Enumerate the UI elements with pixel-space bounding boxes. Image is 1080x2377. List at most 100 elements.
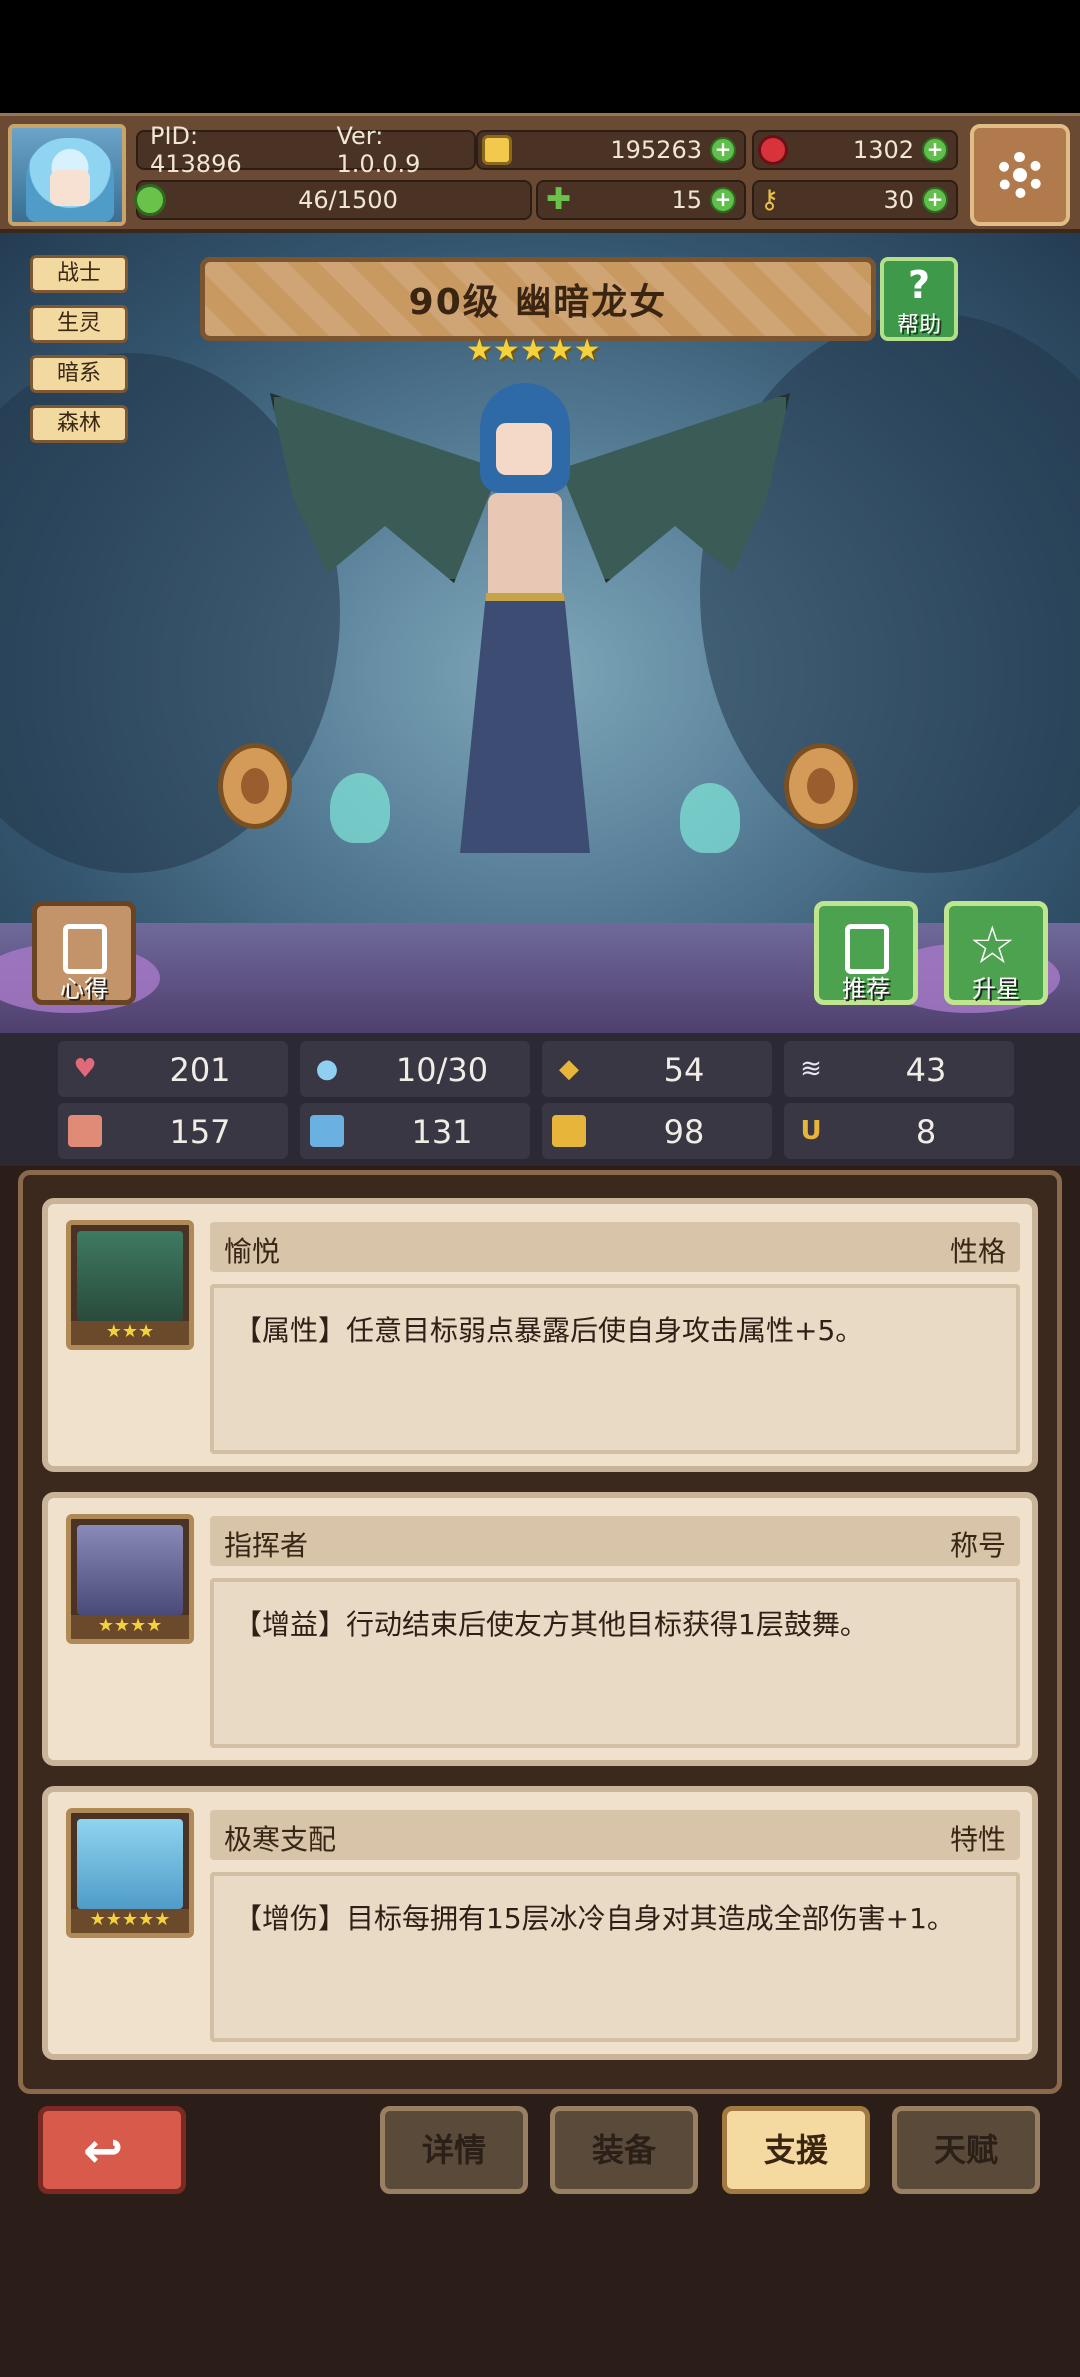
trait-header: 指挥者 称号 bbox=[210, 1516, 1020, 1566]
tag-class[interactable]: 战士 bbox=[30, 255, 128, 293]
settings-button[interactable] bbox=[970, 124, 1070, 226]
trait-description: 【增伤】目标每拥有15层冰冷自身对其造成全部伤害+1。 bbox=[234, 1902, 955, 1935]
stat-value: 157 bbox=[169, 1113, 231, 1151]
tag-element[interactable]: 暗系 bbox=[30, 355, 128, 393]
heart-icon: ♥ bbox=[73, 1054, 97, 1084]
hero-skirt bbox=[460, 593, 590, 853]
thumbs-up-icon bbox=[845, 924, 889, 974]
tag-race[interactable]: 生灵 bbox=[30, 305, 128, 343]
add-clover-button[interactable]: + bbox=[710, 187, 736, 213]
tab-details[interactable]: 详情 bbox=[380, 2106, 528, 2194]
key-value: 30 bbox=[883, 186, 914, 214]
clover-pill: ✚ 15 + bbox=[536, 180, 746, 220]
trait-header: 极寒支配 特性 bbox=[210, 1810, 1020, 1860]
stat-mana: ● 10/30 bbox=[300, 1041, 530, 1097]
trait-header: 愉悦 性格 bbox=[210, 1222, 1020, 1272]
stat-luck: U 8 bbox=[784, 1103, 1014, 1159]
stamina-pill: 46/1500 bbox=[134, 180, 532, 220]
trait-card-title[interactable]: ★★★★ 指挥者 称号 【增益】行动结束后使友方其他目标获得1层鼓舞。 bbox=[42, 1492, 1038, 1766]
gold-value: 195263 bbox=[610, 136, 702, 164]
stat-attack: 157 bbox=[58, 1103, 288, 1159]
stamina-icon bbox=[134, 184, 166, 216]
gem-pill: 1302 + bbox=[752, 130, 958, 170]
help-button[interactable]: ? 帮助 bbox=[880, 257, 958, 341]
stat-value: 43 bbox=[905, 1051, 947, 1089]
stats-panel: ♥ 201 ● 10/30 ◆ 54 ≋ 43 157 131 98 U 8 bbox=[0, 1033, 1080, 1166]
hero-face bbox=[496, 423, 552, 475]
portrait-image bbox=[77, 1819, 183, 1909]
recommend-label: 推荐 bbox=[842, 975, 890, 1003]
red-gem-icon bbox=[758, 135, 788, 165]
recommend-button[interactable]: 推荐 bbox=[814, 901, 918, 1005]
trait-type: 称号 bbox=[949, 1529, 1006, 1562]
tag-terrain[interactable]: 森林 bbox=[30, 405, 128, 443]
portrait-image bbox=[77, 1525, 183, 1615]
stat-move: 98 bbox=[542, 1103, 772, 1159]
portrait-stars: ★★★ bbox=[71, 1321, 189, 1345]
hero-character-sprite bbox=[270, 343, 790, 903]
add-gold-button[interactable]: + bbox=[710, 137, 736, 163]
add-key-button[interactable]: + bbox=[922, 187, 948, 213]
trait-name: 愉悦 bbox=[224, 1235, 281, 1268]
portrait-stars: ★★★★★ bbox=[71, 1909, 189, 1933]
trait-card-personality[interactable]: ★★★ 愉悦 性格 【属性】任意目标弱点暴露后使自身攻击属性+5。 bbox=[42, 1198, 1038, 1472]
spirit-flame-icon bbox=[330, 773, 390, 843]
hero-title: 90级 幽暗龙女 bbox=[408, 282, 668, 323]
trait-portrait: ★★★★★ bbox=[66, 1808, 194, 1938]
stat-defense: ◆ 54 bbox=[542, 1041, 772, 1097]
key-pill: ⚷ 30 + bbox=[752, 180, 958, 220]
star-icon: ☆ bbox=[969, 916, 1016, 976]
stat-value: 201 bbox=[169, 1051, 231, 1089]
trait-portrait: ★★★★ bbox=[66, 1514, 194, 1644]
trait-type: 特性 bbox=[949, 1823, 1006, 1856]
trait-description: 【属性】任意目标弱点暴露后使自身攻击属性+5。 bbox=[234, 1314, 864, 1347]
trait-name: 极寒支配 bbox=[224, 1823, 337, 1856]
upgrade-star-button[interactable]: ☆ 升星 bbox=[944, 901, 1048, 1005]
tab-support[interactable]: 支援 bbox=[722, 2106, 870, 2194]
clover-value: 15 bbox=[671, 186, 702, 214]
stat-value: 8 bbox=[915, 1113, 937, 1151]
gold-coin-icon bbox=[482, 135, 512, 165]
trait-description: 【增益】行动结束后使友方其他目标获得1层鼓舞。 bbox=[234, 1608, 868, 1641]
version-text: Ver: 1.0.0.9 bbox=[336, 122, 421, 178]
stat-value: 54 bbox=[663, 1051, 705, 1089]
upgrade-label: 升星 bbox=[972, 975, 1020, 1003]
trait-type: 性格 bbox=[949, 1235, 1006, 1268]
hero-torso bbox=[488, 493, 562, 603]
pid-version-pill: PID: 413896 Ver: 1.0.0.9 bbox=[136, 122, 476, 178]
book-icon bbox=[310, 1115, 344, 1147]
avatar-face bbox=[50, 170, 90, 206]
fist-icon bbox=[68, 1115, 102, 1147]
pid-text: PID: 413896 bbox=[150, 122, 242, 178]
portrait-image bbox=[77, 1231, 183, 1321]
stat-hp: ♥ 201 bbox=[58, 1041, 288, 1097]
gold-pill: 195263 + bbox=[476, 130, 746, 170]
player-avatar[interactable] bbox=[8, 124, 126, 226]
insight-label: 心得 bbox=[60, 975, 108, 1003]
add-gem-button[interactable]: + bbox=[922, 137, 948, 163]
tab-equipment[interactable]: 装备 bbox=[550, 2106, 698, 2194]
horseshoe-icon: U bbox=[800, 1116, 822, 1146]
spirit-flame-icon bbox=[680, 783, 740, 853]
wing-icon: ≋ bbox=[800, 1054, 822, 1084]
clover-icon: ✚ bbox=[546, 182, 572, 217]
stat-speed: ≋ 43 bbox=[784, 1041, 1014, 1097]
gear-icon bbox=[997, 152, 1043, 198]
return-arrow-icon: ↩ bbox=[83, 2123, 124, 2179]
stamina-value: 46/1500 bbox=[298, 186, 398, 214]
back-button[interactable]: ↩ bbox=[38, 2106, 186, 2194]
trait-card-feature[interactable]: ★★★★★ 极寒支配 特性 【增伤】目标每拥有15层冰冷自身对其造成全部伤害+1… bbox=[42, 1786, 1038, 2060]
trait-body: 【属性】任意目标弱点暴露后使自身攻击属性+5。 bbox=[210, 1284, 1020, 1454]
insight-button[interactable]: 心得 bbox=[32, 901, 136, 1005]
trait-name: 指挥者 bbox=[224, 1529, 309, 1562]
trait-body: 【增益】行动结束后使友方其他目标获得1层鼓舞。 bbox=[210, 1578, 1020, 1748]
next-hero-button[interactable] bbox=[784, 743, 858, 829]
portrait-stars: ★★★★ bbox=[71, 1615, 189, 1639]
tab-talent[interactable]: 天赋 bbox=[892, 2106, 1040, 2194]
gem-value: 1302 bbox=[852, 136, 914, 164]
shield-icon: ◆ bbox=[559, 1054, 579, 1084]
stat-value: 98 bbox=[663, 1113, 705, 1151]
hero-scene: 战士 生灵 暗系 森林 90级 幽暗龙女 ★★★★★ ? 帮助 心得 推荐 ☆ … bbox=[0, 233, 1080, 1033]
right-wing bbox=[560, 393, 790, 583]
question-icon: ? bbox=[907, 263, 931, 307]
